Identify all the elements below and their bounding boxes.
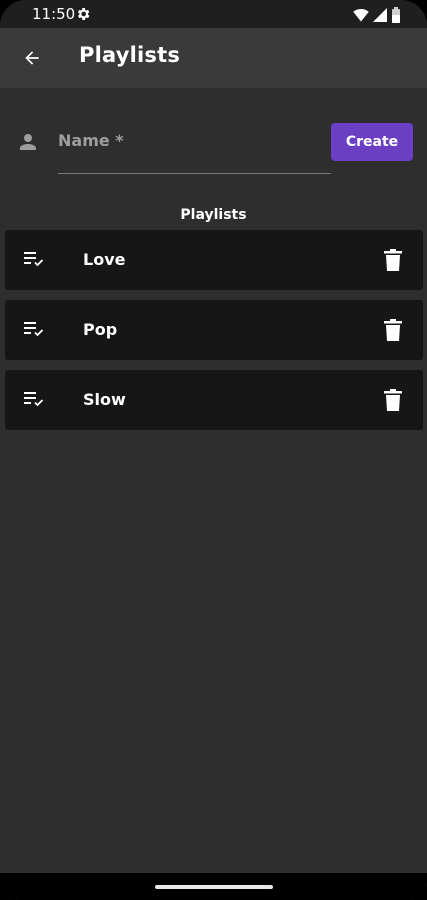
delete-button[interactable]	[380, 247, 406, 273]
playlist-item[interactable]: Slow	[5, 370, 423, 430]
status-bar: 11:50	[0, 0, 427, 28]
screen: 11:50 Playlists Name * Create Playlists …	[0, 0, 427, 900]
home-indicator[interactable]	[155, 885, 273, 889]
delete-button[interactable]	[380, 317, 406, 343]
app-bar: Playlists	[0, 28, 427, 88]
delete-button[interactable]	[380, 387, 406, 413]
section-heading: Playlists	[180, 207, 247, 223]
name-field[interactable]: Name *	[58, 122, 331, 174]
navigation-bar	[0, 873, 427, 900]
playlist-check-icon	[24, 392, 44, 407]
battery-icon	[392, 7, 400, 23]
playlist-check-icon	[24, 322, 44, 337]
trash-icon	[384, 249, 402, 271]
gear-icon	[77, 8, 90, 20]
trash-icon	[384, 389, 402, 411]
playlist-name: Slow	[83, 390, 126, 409]
playlist-item[interactable]: Pop	[5, 300, 423, 360]
playlist-name: Love	[83, 250, 126, 269]
status-time: 11:50	[32, 5, 76, 23]
back-button[interactable]	[14, 40, 50, 76]
arrow-back-icon	[25, 51, 39, 65]
playlist-name: Pop	[83, 320, 118, 339]
playlist-check-icon	[24, 252, 44, 267]
playlist-item[interactable]: Love	[5, 230, 423, 290]
page-title: Playlists	[79, 43, 181, 67]
create-button[interactable]: Create	[331, 123, 413, 161]
status-icons	[353, 7, 401, 23]
wifi-icon	[353, 9, 369, 22]
trash-icon	[384, 319, 402, 341]
signal-icon	[373, 8, 387, 22]
playlist-list: Love Pop Slow	[5, 230, 423, 440]
name-field-label: Name *	[58, 131, 124, 150]
person-icon	[20, 134, 36, 150]
